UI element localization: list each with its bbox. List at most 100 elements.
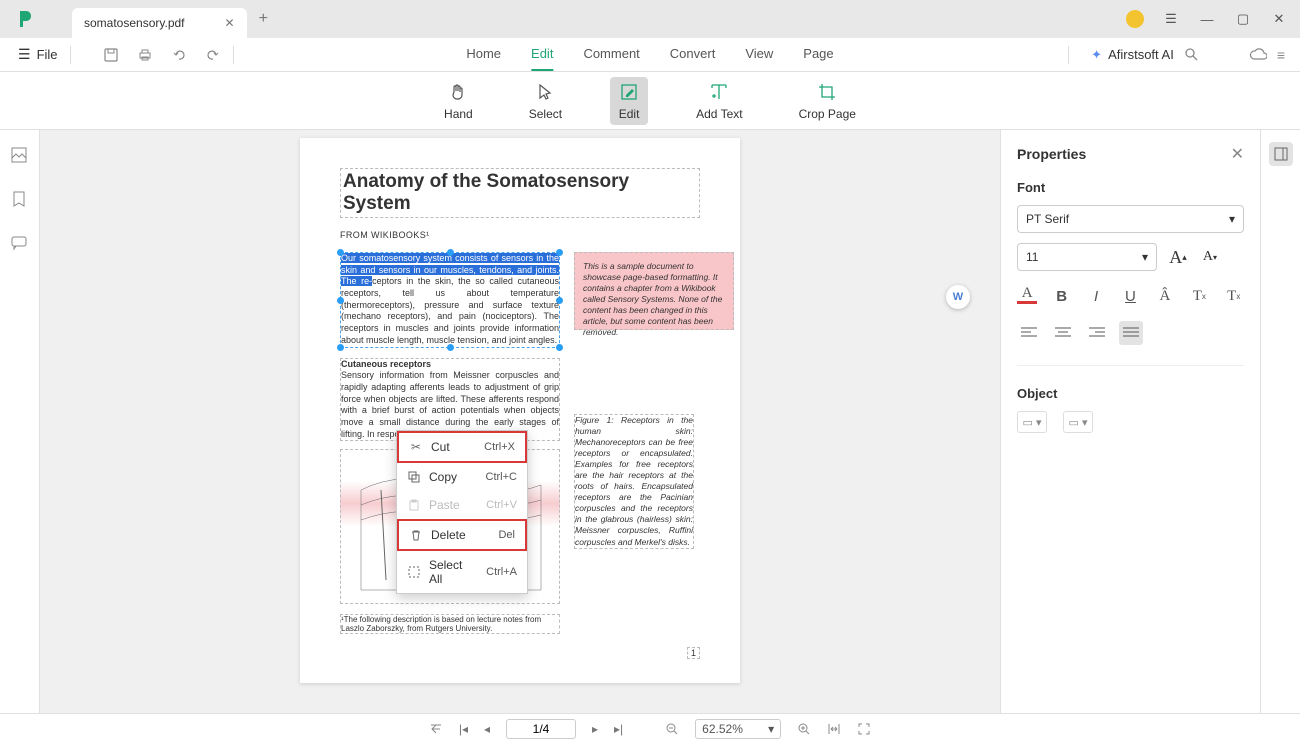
document-tab[interactable]: somatosensory.pdf ✕ <box>72 8 247 38</box>
tool-crop[interactable]: Crop Page <box>791 77 864 125</box>
figure-caption[interactable]: Figure 1: Receptors in the human skin: M… <box>574 414 694 549</box>
tab-view[interactable]: View <box>745 38 773 71</box>
prev-page-icon[interactable]: ◂ <box>484 722 490 736</box>
tool-select-label: Select <box>529 107 562 121</box>
tool-add-text[interactable]: Add Text <box>688 77 750 125</box>
maximize-icon[interactable]: ▢ <box>1234 10 1252 28</box>
ctx-delete-shortcut: Del <box>498 529 515 541</box>
ctx-select-all[interactable]: Select All Ctrl+A <box>397 551 527 593</box>
cursor-icon <box>534 81 556 103</box>
copy-icon <box>407 470 421 484</box>
tool-edit[interactable]: Edit <box>610 77 648 125</box>
bookmark-icon[interactable] <box>10 190 30 210</box>
tool-hand-label: Hand <box>444 107 473 121</box>
tab-page[interactable]: Page <box>803 38 833 71</box>
ctx-paste: Paste Ctrl+V <box>397 491 527 519</box>
close-tab-icon[interactable]: ✕ <box>225 16 235 30</box>
close-window-icon[interactable]: ✕ <box>1270 10 1288 28</box>
minimize-icon[interactable]: — <box>1198 10 1216 28</box>
object-section-label: Object <box>1017 386 1244 401</box>
ctx-delete[interactable]: Delete Del <box>397 519 527 551</box>
font-color-icon[interactable]: A <box>1017 285 1037 304</box>
sample-note-box[interactable]: This is a sample document to showcase pa… <box>574 252 734 330</box>
ctx-copy-label: Copy <box>429 470 457 484</box>
sparkle-icon: ✦ <box>1091 47 1102 63</box>
fit-page-icon[interactable] <box>857 722 871 736</box>
text-case-icon[interactable]: Â <box>1155 285 1175 307</box>
canvas-area[interactable]: Anatomy of the Somatosensory System From… <box>40 130 1000 713</box>
thumbnails-icon[interactable] <box>10 146 30 166</box>
zoom-out-icon[interactable] <box>665 722 679 736</box>
tool-select[interactable]: Select <box>521 77 570 125</box>
undo-icon[interactable] <box>171 47 187 63</box>
word-export-widget[interactable]: W <box>946 285 970 309</box>
comment-icon[interactable] <box>10 234 30 254</box>
footnote[interactable]: ¹The following description is based on l… <box>340 614 560 634</box>
cutaneous-body: Sensory information from Meissner corpus… <box>341 370 559 438</box>
page-title[interactable]: Anatomy of the Somatosensory System <box>340 168 700 218</box>
right-rail <box>1260 130 1300 713</box>
redo-icon[interactable] <box>205 47 221 63</box>
decrease-font-icon[interactable]: A▾ <box>1199 246 1221 268</box>
panel-toggle-icon[interactable] <box>1269 142 1293 166</box>
ctx-copy[interactable]: Copy Ctrl+C <box>397 463 527 491</box>
tool-hand[interactable]: Hand <box>436 77 481 125</box>
fit-width-icon[interactable] <box>827 722 841 736</box>
first-page-icon[interactable] <box>429 722 443 736</box>
ctx-cut[interactable]: ✂ Cut Ctrl+X <box>397 431 527 463</box>
hand-icon <box>447 81 469 103</box>
align-center-icon[interactable] <box>1051 321 1075 345</box>
ctx-cut-shortcut: Ctrl+X <box>484 441 515 453</box>
align-right-icon[interactable] <box>1085 321 1109 345</box>
object-distribute-button[interactable]: ▭ ▾ <box>1063 411 1093 433</box>
object-align-button[interactable]: ▭ ▾ <box>1017 411 1047 433</box>
ctx-delete-label: Delete <box>431 528 466 542</box>
underline-icon[interactable]: U <box>1120 285 1140 307</box>
rest-text: ceptors in the skin, the so called cutan… <box>341 276 559 344</box>
save-icon[interactable] <box>103 47 119 63</box>
properties-close-icon[interactable]: ✕ <box>1231 144 1244 164</box>
cutaneous-heading: Cutaneous receptors <box>341 359 431 369</box>
status-bar: |◂ ◂ ▸ ▸| 62.52% ▾ <box>0 713 1300 743</box>
subscript-icon[interactable]: Tx <box>1224 285 1244 307</box>
tab-comment[interactable]: Comment <box>583 38 639 71</box>
page-input[interactable] <box>506 719 576 739</box>
ctx-selectall-label: Select All <box>429 558 478 586</box>
search-icon[interactable] <box>1184 47 1199 62</box>
go-first-icon[interactable]: |◂ <box>459 722 468 736</box>
go-last-icon[interactable]: ▸| <box>614 722 623 736</box>
tab-edit[interactable]: Edit <box>531 38 553 71</box>
file-menu-label: File <box>37 47 58 62</box>
increase-font-icon[interactable]: A▴ <box>1167 246 1189 268</box>
selected-text-block[interactable]: Our somatosensory system consists of sen… <box>340 252 560 348</box>
context-menu: ✂ Cut Ctrl+X Copy Ctrl+C Paste Ctrl+V De… <box>396 430 528 594</box>
print-icon[interactable] <box>137 47 153 63</box>
cloud-icon[interactable] <box>1249 48 1267 62</box>
cutaneous-block[interactable]: Cutaneous receptors Sensory information … <box>340 358 560 442</box>
font-family-value: PT Serif <box>1026 212 1069 226</box>
superscript-icon[interactable]: Tx <box>1189 285 1209 307</box>
zoom-in-icon[interactable] <box>797 722 811 736</box>
zoom-select[interactable]: 62.52% ▾ <box>695 719 781 739</box>
next-page-icon[interactable]: ▸ <box>592 722 598 736</box>
bold-icon[interactable]: B <box>1051 285 1071 307</box>
chevron-down-icon: ▾ <box>1229 212 1235 226</box>
ctx-cut-label: Cut <box>431 440 450 454</box>
new-tab-button[interactable]: + <box>259 10 268 28</box>
align-left-icon[interactable] <box>1017 321 1041 345</box>
italic-icon[interactable]: I <box>1086 285 1106 307</box>
font-family-select[interactable]: PT Serif ▾ <box>1017 205 1244 233</box>
hamburger-icon[interactable]: ☰ <box>1162 10 1180 28</box>
tab-home[interactable]: Home <box>466 38 501 71</box>
ai-button[interactable]: ✦ Afirstsoft AI <box>1091 47 1174 63</box>
align-justify-icon[interactable] <box>1119 321 1143 345</box>
edit-icon <box>618 81 640 103</box>
pdf-page: Anatomy of the Somatosensory System From… <box>300 138 740 683</box>
more-icon[interactable]: ≡ <box>1277 47 1285 63</box>
file-menu[interactable]: ☰ File <box>18 46 58 63</box>
user-avatar-icon[interactable] <box>1126 10 1144 28</box>
font-section-label: Font <box>1017 180 1244 195</box>
font-size-select[interactable]: 11 ▾ <box>1017 243 1157 271</box>
tool-bar: Hand Select Edit Add Text Crop Page <box>0 72 1300 130</box>
tab-convert[interactable]: Convert <box>670 38 716 71</box>
